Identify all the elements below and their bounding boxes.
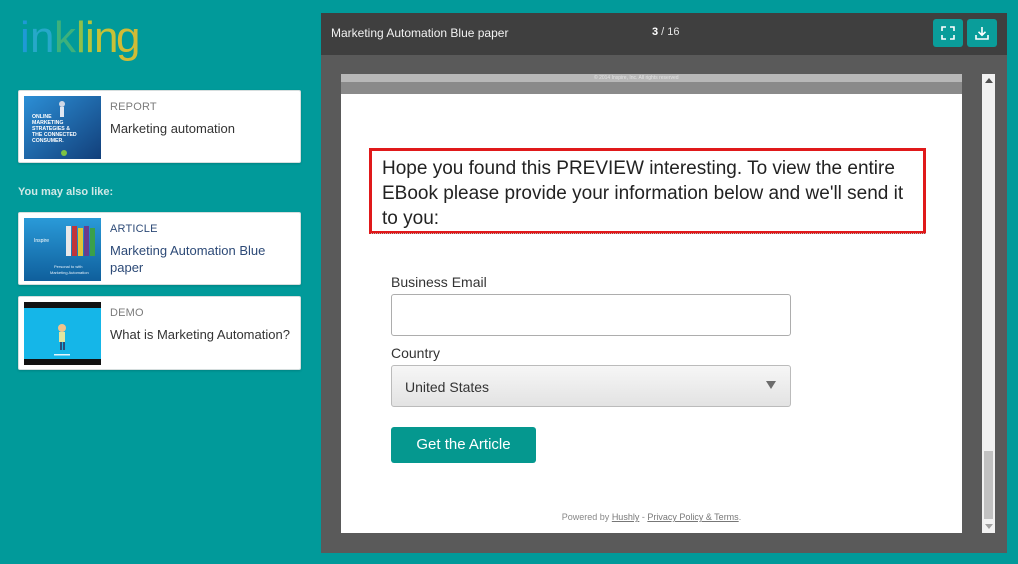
preview-message: Hope you found this PREVIEW interesting.… — [369, 148, 926, 234]
svg-text:CONSUMER.: CONSUMER. — [32, 138, 64, 144]
svg-text:n: n — [30, 14, 54, 62]
content-type-label: REPORT — [110, 101, 157, 113]
page-indicator: 3 / 16 — [652, 26, 680, 38]
content-type-label: DEMO — [110, 307, 144, 319]
page-copyright: © 2014 Inspire, Inc. All rights reserved — [594, 75, 679, 81]
powered-by: Powered by Hushly - Privacy Policy & Ter… — [341, 512, 962, 522]
content-title[interactable]: What is Marketing Automation? — [110, 326, 292, 343]
content-type-label: ARTICLE — [110, 223, 158, 235]
demo-thumbnail — [24, 302, 101, 365]
svg-text:g: g — [116, 14, 140, 62]
related-article-card[interactable]: Inspire Personal to with Marketing Autom… — [18, 212, 301, 285]
content-title[interactable]: Marketing Automation Blue paper — [110, 242, 292, 276]
document-title: Marketing Automation Blue paper — [331, 26, 509, 40]
viewer-scrollbar[interactable] — [982, 74, 995, 533]
privacy-terms-link[interactable]: Privacy Policy & Terms — [647, 512, 738, 522]
fullscreen-icon — [941, 26, 955, 40]
footer-end: . — [738, 512, 742, 522]
divider — [371, 233, 926, 234]
page-separator: / — [658, 26, 668, 38]
svg-text:Inspire: Inspire — [34, 238, 49, 244]
scrollbar-thumb[interactable] — [984, 451, 993, 519]
country-value: United States — [405, 379, 490, 395]
country-select[interactable]: United States — [391, 365, 791, 407]
scroll-down-icon[interactable] — [985, 524, 993, 529]
business-email-input[interactable] — [391, 294, 791, 336]
logo-graphic: i n k l i n g — [20, 13, 140, 62]
document-viewer: Marketing Automation Blue paper 3 / 16 ©… — [321, 13, 1007, 553]
viewer-toolbar: Marketing Automation Blue paper 3 / 16 — [321, 13, 1007, 55]
inkling-logo[interactable]: i n k l i n g — [20, 13, 140, 66]
document-page: © 2014 Inspire, Inc. All rights reserved… — [341, 74, 962, 533]
download-icon — [975, 27, 989, 40]
article-thumbnail: Inspire Personal to with Marketing Autom… — [24, 218, 101, 281]
also-like-heading: You may also like: — [18, 186, 114, 198]
related-demo-card[interactable]: DEMO What is Marketing Automation? — [18, 296, 301, 370]
svg-text:Personal to with: Personal to with — [54, 264, 82, 269]
email-label: Business Email — [391, 274, 487, 290]
hushly-link[interactable]: Hushly — [612, 512, 640, 522]
content-title[interactable]: Marketing automation — [110, 120, 292, 137]
previous-page-footer: © 2014 Inspire, Inc. All rights reserved — [341, 74, 962, 94]
report-thumbnail: ONLINE MARKETING STRATEGIES & THE CONNEC… — [24, 96, 101, 159]
powered-prefix: Powered by — [561, 512, 612, 522]
current-report-card[interactable]: ONLINE MARKETING STRATEGIES & THE CONNEC… — [18, 90, 301, 163]
chevron-down-icon — [766, 381, 776, 389]
get-article-button[interactable]: Get the Article — [391, 427, 536, 463]
svg-text:k: k — [54, 14, 77, 62]
svg-text:i: i — [20, 14, 30, 62]
scroll-up-icon[interactable] — [985, 78, 993, 83]
svg-text:n: n — [94, 14, 118, 62]
total-pages: 16 — [667, 26, 680, 38]
svg-text:Marketing Automation: Marketing Automation — [50, 270, 89, 275]
country-label: Country — [391, 345, 441, 361]
download-button[interactable] — [967, 19, 997, 47]
fullscreen-button[interactable] — [933, 19, 963, 47]
